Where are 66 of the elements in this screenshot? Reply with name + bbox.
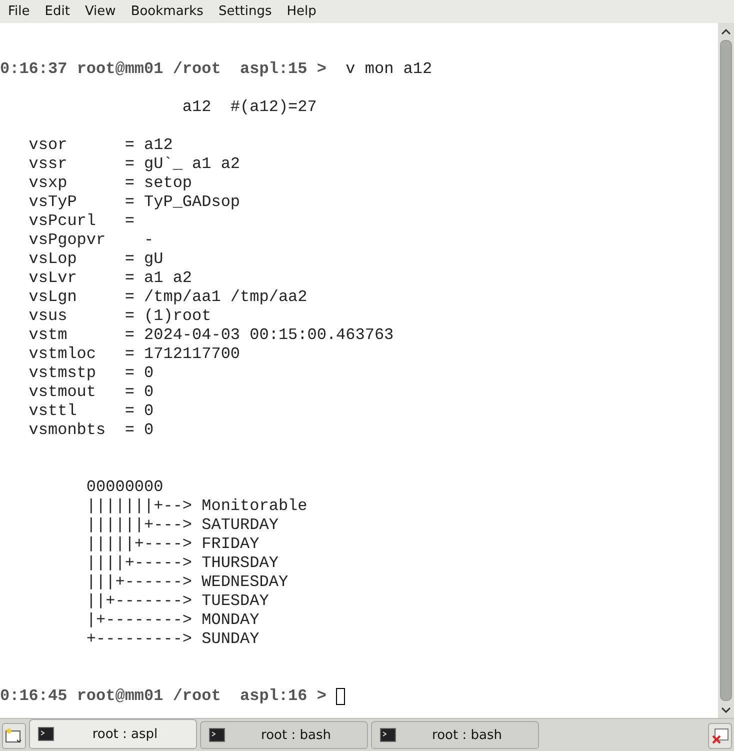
field-value: = gU xyxy=(124,250,164,269)
field-value: = 0 xyxy=(124,364,154,383)
diagram-line: |||||+----> FRIDAY xyxy=(86,535,260,553)
field-name: vsLop xyxy=(28,250,78,269)
command-text: v mon a12 xyxy=(346,60,432,78)
prompt-text: 0:16:37 root@mm01 /root aspl:15 > xyxy=(0,60,326,78)
field-value: = xyxy=(124,212,134,231)
field-name: vsmonbts xyxy=(28,421,107,440)
diagram-line: |||||||+--> Monitorable xyxy=(86,497,308,515)
field-name: vstmstp xyxy=(28,364,98,383)
field-value: = 0 xyxy=(124,383,154,402)
close-tab-button[interactable] xyxy=(708,723,732,749)
field-value: = a12 xyxy=(124,136,173,155)
field-value: = (1)root xyxy=(124,307,212,326)
scrollbar[interactable] xyxy=(718,23,734,718)
field-name: vsus xyxy=(28,307,68,326)
scroll-up-icon[interactable] xyxy=(721,29,731,35)
text-cursor xyxy=(336,688,346,705)
new-tab-button[interactable] xyxy=(2,723,26,749)
diagram-line: 00000000 xyxy=(86,478,164,496)
field-name: vsLgn xyxy=(28,288,78,307)
scrollbar-thumb[interactable] xyxy=(720,40,732,701)
field-name: vsttl xyxy=(28,402,78,421)
menu-item[interactable]: View xyxy=(76,4,123,19)
field-value: = 0 xyxy=(124,421,154,440)
terminal-icon xyxy=(38,727,54,741)
diagram-line: +---------> SUNDAY xyxy=(86,630,260,648)
menu-item[interactable]: Edit xyxy=(36,4,77,19)
field-value: = 2024-04-03 00:15:00.463763 xyxy=(124,326,394,345)
field-value: = setop xyxy=(124,174,192,193)
menu-item[interactable]: File xyxy=(0,4,37,19)
field-name: vsLvr xyxy=(28,269,78,288)
new-tab-icon xyxy=(5,728,23,744)
field-name: vsor xyxy=(28,136,68,155)
output-header: a12 #(a12)=27 xyxy=(182,98,317,116)
field-name: vsTyP xyxy=(28,193,78,212)
diagram-line: ||||||+---> SATURDAY xyxy=(86,516,278,534)
prompt-text: 0:16:45 root@mm01 /root aspl:16 > xyxy=(0,687,326,706)
close-icon xyxy=(711,728,729,744)
field-name: vsPcurl xyxy=(28,212,98,231)
menu-item[interactable]: Bookmarks xyxy=(122,4,210,19)
diagram-line: |+--------> MONDAY xyxy=(86,611,260,629)
terminal-tab[interactable]: root : aspl xyxy=(29,719,197,749)
field-value: = /tmp/aa1 /tmp/aa2 xyxy=(124,288,308,307)
terminal-icon xyxy=(209,728,225,742)
field-value: = a1 a2 xyxy=(124,269,192,288)
diagram-line: ||+-------> TUESDAY xyxy=(86,592,269,610)
diagram-line: |||+------> WEDNESDAY xyxy=(86,573,288,591)
field-value: - xyxy=(144,231,154,250)
scroll-down-icon[interactable] xyxy=(721,707,731,713)
menu-item[interactable]: Settings xyxy=(210,4,279,19)
terminal-icon xyxy=(380,728,396,742)
field-name: vstmout xyxy=(28,383,98,402)
field-name: vsxp xyxy=(28,174,68,193)
field-name: vsPgopvr xyxy=(28,231,107,250)
field-value: = TyP_GADsop xyxy=(124,193,240,212)
field-name: vstmloc xyxy=(28,345,98,364)
menu-item[interactable]: Help xyxy=(278,4,324,19)
field-value: = gU`_ a1 a2 xyxy=(124,155,240,174)
terminal-tab[interactable]: root : bash xyxy=(371,721,539,749)
field-name: vstm xyxy=(28,326,68,345)
field-value: = 0 xyxy=(124,402,154,421)
field-name: vssr xyxy=(28,155,68,174)
field-value: = 1712117700 xyxy=(124,345,240,364)
terminal-tab[interactable]: root : bash xyxy=(200,721,368,749)
diagram-line: ||||+-----> THURSDAY xyxy=(86,554,278,572)
